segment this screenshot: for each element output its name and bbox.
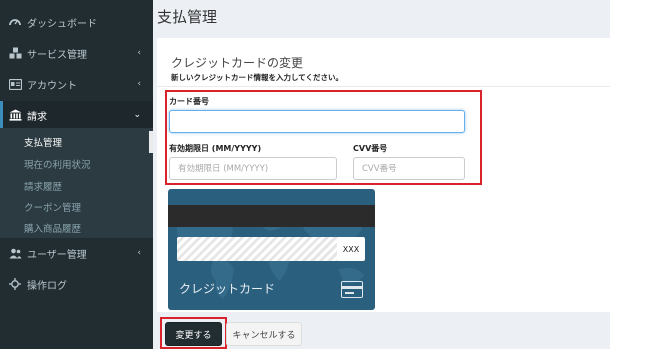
- card-cvv-box: XXX: [337, 237, 365, 261]
- divider: [157, 86, 610, 87]
- sidebar-item-dashboard[interactable]: ダッシュボード: [0, 8, 153, 36]
- dashboard-icon: [8, 15, 22, 29]
- submenu-item-usage[interactable]: 現在の利用状況: [24, 157, 91, 171]
- page-title: 支払管理: [157, 8, 218, 26]
- billing-submenu: 支払管理 現在の利用状況 請求履歴 クーポン管理 購入商品履歴: [0, 128, 153, 238]
- sidebar-item-logs[interactable]: 操作ログ: [0, 270, 153, 298]
- scrollbar-thumb[interactable]: [149, 131, 153, 153]
- card-number-label: カード番号: [169, 97, 209, 106]
- card-label: クレジットカード: [179, 282, 276, 296]
- chevron-left-icon: ‹: [137, 248, 141, 258]
- sidebar-item-label: サービス管理: [27, 49, 87, 61]
- bank-icon: [8, 108, 22, 122]
- sidebar-item-label: ユーザー管理: [27, 249, 87, 261]
- users-icon: [8, 246, 22, 260]
- cubes-icon: [8, 46, 22, 60]
- submenu-item-coupons[interactable]: クーポン管理: [24, 200, 81, 214]
- signature-strip: [177, 237, 342, 261]
- submenu-item-payment[interactable]: 支払管理: [24, 135, 62, 149]
- sidebar-item-label: ダッシュボード: [27, 18, 97, 30]
- chevron-left-icon: ‹: [137, 48, 141, 58]
- card-number-input[interactable]: [169, 110, 465, 133]
- box-title: クレジットカードの変更: [171, 56, 304, 70]
- crosshairs-icon: [8, 277, 22, 291]
- cvv-label: CVV番号: [353, 144, 388, 153]
- sidebar: ダッシュボード サービス管理 ‹ アカウント ‹ 請求 ⌄ 支払管理 現在の利用…: [0, 0, 153, 349]
- sidebar-item-billing[interactable]: 請求 ⌄: [0, 101, 153, 129]
- cvv-input[interactable]: [353, 157, 465, 180]
- submenu-item-invoices[interactable]: 請求履歴: [24, 179, 62, 193]
- sidebar-item-users[interactable]: ユーザー管理 ‹: [0, 239, 153, 267]
- cancel-button[interactable]: キャンセルする: [226, 322, 302, 346]
- sidebar-item-services[interactable]: サービス管理 ‹: [0, 39, 153, 67]
- submenu-item-purchases[interactable]: 購入商品履歴: [24, 221, 81, 235]
- sidebar-item-account[interactable]: アカウント ‹: [0, 70, 153, 98]
- right-pane: [610, 0, 650, 349]
- magnetic-stripe: [168, 205, 375, 227]
- expiry-label: 有効期限日 (MM/YYYY): [169, 144, 262, 153]
- sidebar-item-label: 操作ログ: [27, 280, 67, 292]
- sidebar-item-label: 請求: [27, 111, 47, 123]
- chevron-down-icon: ⌄: [133, 110, 141, 120]
- sidebar-item-label: アカウント: [27, 80, 77, 92]
- submit-button[interactable]: 変更する: [165, 322, 222, 346]
- id-card-icon: [8, 77, 22, 91]
- box-subtitle: 新しいクレジットカード情報を入力してください。: [171, 73, 344, 82]
- expiry-input[interactable]: [169, 157, 337, 180]
- chevron-left-icon: ‹: [137, 79, 141, 89]
- credit-card-illustration: XXX クレジットカード: [168, 189, 375, 310]
- credit-card-icon: [341, 281, 363, 298]
